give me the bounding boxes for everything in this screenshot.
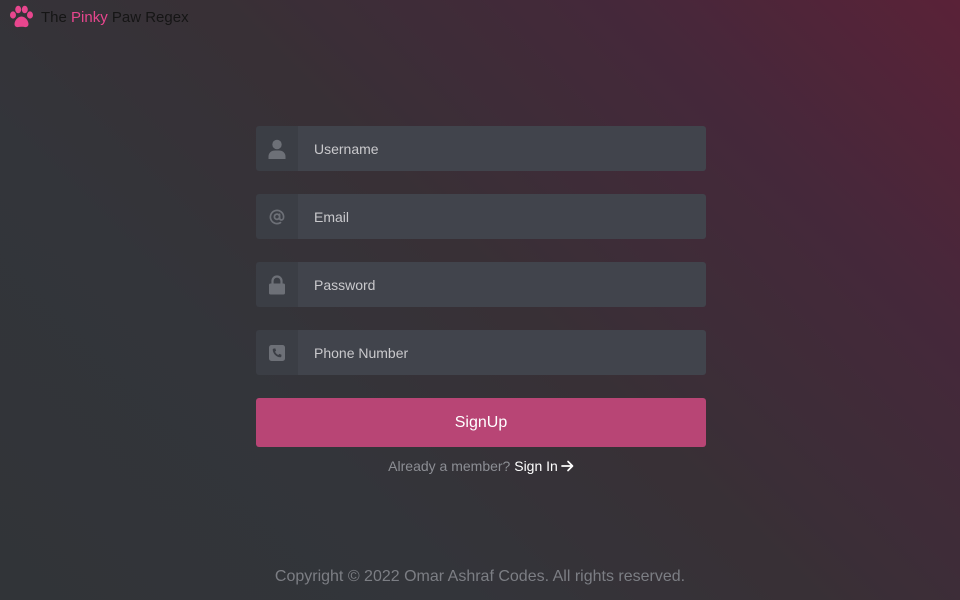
user-icon [268,139,286,159]
password-field [256,262,706,307]
signin-prompt: Already a member? [388,458,511,474]
arrow-right-icon [560,460,574,472]
brand-highlight: Pinky [71,8,108,26]
paw-icon [10,5,33,28]
lock-icon [269,274,285,294]
brand-title: The Pinky Paw Regex [41,9,189,26]
footer-copyright: Copyright © 2022 Omar Ashraf Codes. All … [274,568,686,585]
signin-prompt-row: Already a member? Sign In [256,458,706,474]
brand-prefix: The [41,8,72,26]
phone-icon-box [256,330,298,375]
at-icon [269,209,285,224]
email-field [256,194,706,239]
username-input[interactable] [298,126,706,171]
phone-input[interactable] [298,330,706,375]
signup-button[interactable]: SignUp [256,398,706,447]
signup-form: SignUp Already a member? Sign In [256,126,706,474]
phone-field [256,330,706,375]
email-icon-box [256,194,298,239]
password-input[interactable] [298,262,706,307]
brand-suffix: Paw Regex [107,8,189,26]
email-input[interactable] [298,194,706,239]
signin-link[interactable]: Sign In [514,458,574,474]
password-icon-box [256,262,298,307]
phone-icon [269,344,285,361]
username-field [256,126,706,171]
brand[interactable]: The Pinky Paw Regex [8,5,189,29]
username-icon-box [256,126,298,171]
signin-link-label: Sign In [514,458,558,474]
